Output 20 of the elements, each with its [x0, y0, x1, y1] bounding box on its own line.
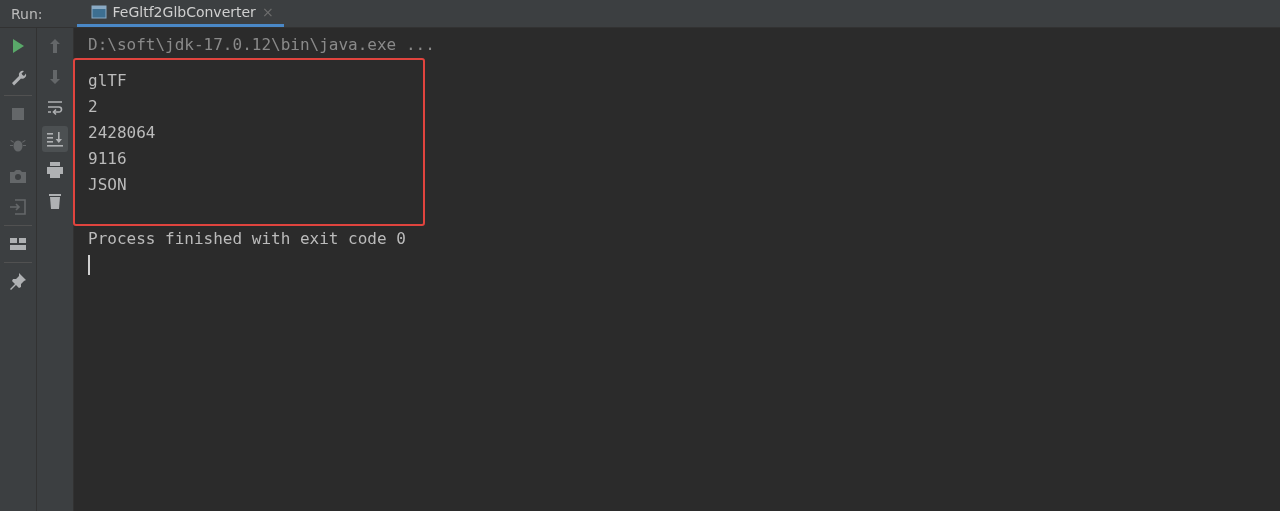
output-line: glTF [88, 70, 128, 92]
trash-icon [46, 192, 64, 210]
exit-icon [9, 198, 27, 216]
run-label: Run: [10, 5, 44, 22]
camera-icon [9, 167, 27, 185]
command-line: D:\soft\jdk-17.0.12\bin\java.exe ... [88, 34, 436, 56]
wrap-icon [46, 99, 64, 117]
printer-icon [46, 161, 64, 179]
output-line: JSON [88, 174, 128, 196]
output-line: 9116 [88, 148, 128, 170]
stop-icon [9, 105, 27, 123]
pin-icon [9, 272, 27, 290]
layout-icon [9, 235, 27, 253]
wrench-icon [9, 68, 27, 86]
toolbar-button[interactable] [42, 126, 68, 152]
output-line: 2428064 [88, 122, 157, 144]
console-icon [90, 4, 107, 20]
scroll-to-end-icon [46, 130, 64, 148]
output-line: Process finished with exit code 0 [88, 228, 407, 250]
output-line: 2 [88, 96, 99, 118]
